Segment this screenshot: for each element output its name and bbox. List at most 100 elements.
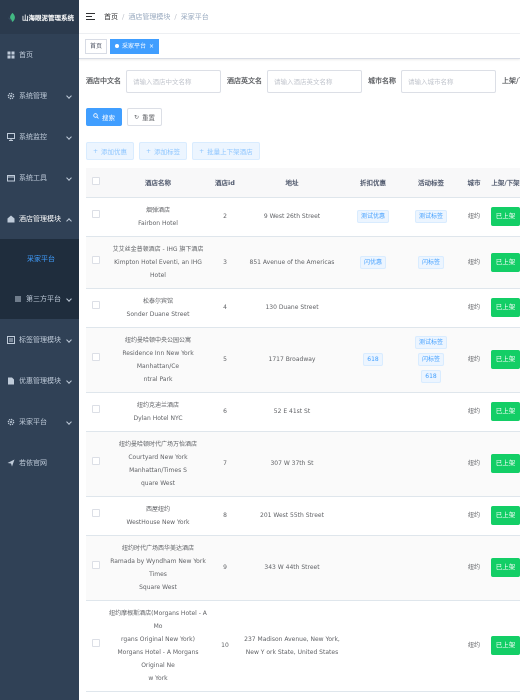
row-select-cell (86, 392, 106, 432)
checkbox[interactable] (92, 509, 100, 517)
checkbox[interactable] (92, 405, 100, 413)
checkbox[interactable] (92, 301, 100, 309)
sidebar-item-label: 系统管理 (19, 91, 47, 100)
sidebar-item-hotel[interactable]: 酒店管理模块 (0, 198, 79, 239)
tool-icon (7, 174, 15, 182)
logo[interactable]: 山海眼泥管理系统 (0, 0, 79, 34)
hotel-address-cell: 851 Avenue of the Americas (240, 236, 344, 289)
sidebar-item-label: 酒店管理模块 (19, 214, 61, 223)
hotel-name-line: 西屋纽约 (145, 505, 170, 513)
discount-cell (344, 288, 402, 328)
active-dot-icon (115, 44, 120, 48)
logo-icon (7, 12, 15, 22)
hotel-name-line: 纽约克迪兰酒店 (136, 401, 179, 409)
row-select-cell (86, 327, 106, 393)
status-cell: 已上架 (488, 327, 520, 393)
sidebar-subitem-caijia[interactable]: 采家平台 (0, 239, 79, 279)
city-cell: 纽约 (460, 431, 488, 497)
sidebar-item-label: 系统工具 (19, 173, 47, 182)
status-toggle-button[interactable]: 已上架 (490, 207, 520, 226)
close-icon[interactable]: × (149, 40, 154, 53)
form-label: 城市名称 (368, 77, 396, 85)
form-item-cn-name: 酒店中文名 请输入酒店中文名称 (86, 69, 221, 93)
status-cell: 已上架 (488, 288, 520, 328)
batch-toggle-button[interactable]: + 批量上下架酒店 (192, 142, 260, 160)
discount-cell: 618 (344, 327, 402, 393)
status-toggle-button[interactable]: 已上架 (490, 454, 520, 473)
breadcrumb-item: 酒店管理模块 (128, 12, 171, 21)
search-button[interactable]: 搜索 (86, 108, 122, 126)
hotel-en-name-input[interactable]: 请输入酒店英文名称 (267, 69, 362, 93)
hamburger-icon[interactable] (86, 12, 96, 21)
sidebar-item-system[interactable]: 系统管理 (0, 75, 79, 116)
checkbox[interactable] (92, 177, 100, 186)
sidebar-item-tags[interactable]: 标签管理模块 (0, 319, 79, 360)
checkbox[interactable] (92, 353, 100, 361)
status-toggle-button[interactable]: 已上架 (490, 402, 520, 421)
tag-icon (7, 335, 15, 344)
gear-icon (7, 92, 15, 100)
table-row: 松泰尔宾馆 Sonder Duane Street 4 130 Duane Stree… (86, 288, 520, 328)
status-cell: 已上架 (488, 600, 520, 692)
reset-button[interactable]: ↻ 重置 (127, 108, 163, 126)
checkbox[interactable] (92, 457, 100, 465)
breadcrumb-item[interactable]: 首页 (104, 12, 118, 22)
table-row: 西屋纽约 WestHouse New York 8 201 West 55th Str… (86, 496, 520, 536)
sidebar-item-tools[interactable]: 系统工具 (0, 157, 79, 198)
sidebar-item-monitor[interactable]: 系统监控 (0, 116, 79, 157)
page-content: 酒店中文名 请输入酒店中文名称 酒店英文名 请输入酒店英文名称 城市名称 请输入… (79, 59, 520, 700)
sidebar-subitem-third-party[interactable]: 第三方平台 (0, 279, 79, 319)
tag-caijia[interactable]: 采家平台 × (110, 38, 160, 54)
row-select-cell (86, 431, 106, 497)
table-row: 艾艾丝金普顿酒店 - IHG 旗下酒店 Kimpton Hotel Eventi,… (86, 236, 520, 289)
hotel-name-cell: 纽约克迪兰酒店 Dylan Hotel NYC (106, 392, 210, 432)
sidebar-item-caijia[interactable]: 采家平台 (0, 401, 79, 442)
hotel-name-line: Kimpton Hotel Eventi, an IHG Hotel (114, 258, 202, 279)
hotel-address-cell: 1717 Broadway (240, 327, 344, 393)
tags-cell (402, 496, 460, 536)
sidebar-item-ruoyi[interactable]: 若依官网 (0, 442, 79, 483)
status-toggle-button[interactable]: 已上架 (490, 252, 520, 272)
sidebar-menu: 首页 系统管理 系统监控 系统工具 酒店管理模块 采家平台 第三方平台 标签管理… (0, 34, 79, 483)
sidebar: 山海眼泥管理系统 首页 系统管理 系统监控 系统工具 酒店管理模块 采家平台 第… (0, 0, 79, 700)
tag-label: 采家平台 (122, 42, 147, 50)
tag-chip: 测试标签 (414, 336, 447, 349)
status-toggle-button[interactable]: 已上架 (490, 298, 520, 317)
reset-button-label: 重置 (142, 114, 156, 122)
batch-toggle-label: 批量上下架酒店 (207, 148, 253, 156)
status-toggle-button[interactable]: 已上架 (490, 558, 520, 577)
sidebar-item-coupons[interactable]: 优惠管理模块 (0, 360, 79, 401)
add-coupon-button[interactable]: + 添加优惠 (86, 142, 135, 160)
checkbox[interactable] (92, 210, 100, 218)
hotel-name-cell: 纽约曼哈顿中央公园公寓 Residence Inn New York Manhat… (106, 327, 210, 393)
hotel-name-line: 纽约曼哈顿时代广场万怡酒店 (118, 440, 197, 448)
hotel-id-cell: 4 (210, 288, 240, 328)
chevron-down-icon (66, 133, 72, 140)
sidebar-item-home[interactable]: 首页 (0, 34, 79, 75)
coupon-icon (7, 377, 15, 385)
hotel-name-line: 纽约曼哈顿中央公园公寓 (124, 336, 191, 344)
status-toggle-button[interactable]: 已上架 (490, 636, 520, 655)
city-name-input[interactable]: 请输入城市名称 (401, 69, 496, 93)
status-toggle-button[interactable]: 已上架 (490, 350, 520, 369)
hotel-address-cell: 307 W 37th St (240, 431, 344, 497)
add-tag-label: 添加标签 (154, 148, 181, 156)
hotel-cn-name-input[interactable]: 请输入酒店中文名称 (126, 69, 221, 93)
sidebar-item-label: 若依官网 (19, 458, 47, 467)
column-header: 城市 (460, 168, 488, 198)
chevron-down-icon (66, 296, 72, 302)
hotel-name-line: Dylan Hotel NYC (133, 414, 183, 422)
discount-cell: 闪优惠 (344, 236, 402, 289)
hotel-name-line: 艾艾丝金普顿酒店 - IHG 旗下酒店 (112, 245, 204, 253)
hotel-icon (7, 215, 15, 223)
add-tag-button[interactable]: + 添加标签 (139, 142, 188, 160)
hotel-address-cell: 52 E 41st St (240, 392, 344, 432)
checkbox[interactable] (92, 561, 100, 569)
select-all-header[interactable] (86, 168, 106, 198)
checkbox[interactable] (92, 639, 100, 647)
checkbox[interactable] (92, 255, 100, 264)
column-header: 上架/下架 (488, 168, 520, 198)
tag-home[interactable]: 首页 (85, 38, 108, 54)
status-toggle-button[interactable]: 已上架 (490, 506, 520, 525)
hotel-id-cell: 3 (210, 236, 240, 289)
